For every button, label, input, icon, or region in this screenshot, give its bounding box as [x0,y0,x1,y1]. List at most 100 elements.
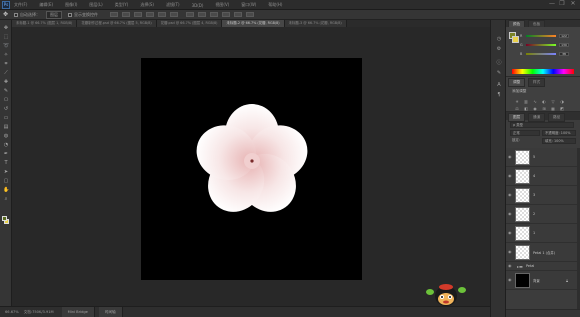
visibility-eye-icon[interactable]: ◉ [508,212,513,216]
auto-select-checkbox[interactable]: 自动选择： [14,12,40,18]
foreground-color-swatch[interactable] [2,216,7,221]
bw-icon[interactable]: ◧ [523,106,529,111]
paragraph-icon[interactable]: ¶ [495,92,503,98]
mini-bridge-tab[interactable]: Mini Bridge [61,306,95,317]
lock-options[interactable]: 锁定: [510,138,540,144]
character-icon[interactable]: A [495,82,503,88]
close-icon[interactable]: ✕ [569,0,577,8]
paths-tab[interactable]: 路径 [548,113,566,122]
invert-icon[interactable]: ◩ [559,106,565,111]
auto-select-dropdown[interactable]: 图层 [46,10,63,19]
menu-item[interactable]: 图层(L) [89,2,102,8]
shape-tool-icon[interactable]: ▢ [3,179,9,184]
blend-mode-dropdown[interactable]: 正常 [510,130,540,136]
layer-row[interactable]: ◉ 5 [506,148,580,167]
move-tool-icon[interactable]: ✥ [3,26,9,31]
adjustments-tab[interactable]: 调整 [508,78,526,87]
quick-select-tool-icon[interactable]: ✧ [3,53,9,58]
menu-item[interactable]: 类型(Y) [115,2,129,8]
layer-row[interactable]: ◉ 1 [506,224,580,243]
blue-value[interactable]: 38 [559,52,569,56]
color-bg-swatch[interactable] [512,36,519,43]
levels-icon[interactable]: ▥ [523,99,529,104]
eyedropper-tool-icon[interactable]: ⟋ [3,71,9,76]
show-transform-checkbox[interactable]: 显示变换控件 [68,12,98,18]
layers-tab[interactable]: 图层 [508,113,526,122]
fill-field[interactable]: 填充: 100% [542,138,576,144]
menu-item[interactable]: 编辑(E) [39,2,53,8]
lasso-tool-icon[interactable]: ➰ [3,44,9,49]
marquee-tool-icon[interactable]: ⬚ [3,35,9,40]
green-track[interactable] [526,44,556,46]
blue-slider[interactable]: B 38 [520,51,574,57]
vibrance-icon[interactable]: ▽ [550,99,556,104]
clone-stamp-icon[interactable]: ⎔ [3,98,9,103]
history-icon[interactable]: ◷ [495,36,503,42]
align-buttons[interactable] [106,12,255,17]
menu-item[interactable]: 帮助(H) [268,2,282,8]
maximize-icon[interactable]: ❐ [558,0,566,8]
visibility-eye-icon[interactable]: ◉ [508,231,513,235]
red-slider[interactable]: R 122 [520,33,574,39]
styles-tab[interactable]: 样式 [528,78,546,87]
red-track[interactable] [526,35,556,37]
hue-sat-icon[interactable]: ◑ [559,99,565,104]
document-tab[interactable]: 未标题-1 @ 66.7% (图层 1, RGB/8) [12,20,78,27]
visibility-eye-icon[interactable]: ◉ [508,278,513,282]
opacity-field[interactable]: 不透明度: 100% [542,130,576,136]
visibility-eye-icon[interactable]: ◉ [508,264,513,268]
minimize-icon[interactable]: — [548,0,556,8]
visibility-eye-icon[interactable]: ◉ [508,250,513,254]
curves-icon[interactable]: ∿ [532,99,538,104]
layer-filter[interactable]: ρ 类型 [510,122,574,128]
brush-tool-icon[interactable]: ✎ [3,89,9,94]
history-brush-icon[interactable]: ↺ [3,107,9,112]
brightness-icon[interactable]: ☀ [514,99,520,104]
green-value[interactable]: 130 [559,43,569,47]
info-icon[interactable]: ⓘ [495,60,503,66]
document-canvas[interactable] [141,58,362,280]
gradient-tool-icon[interactable]: ▤ [3,125,9,130]
visibility-eye-icon[interactable]: ◉ [508,174,513,178]
brush-preset-icon[interactable]: ✎ [495,70,503,76]
path-select-icon[interactable]: ➤ [3,170,9,175]
hand-tool-icon[interactable]: ✋ [3,188,9,193]
healing-brush-icon[interactable]: ✚ [3,80,9,85]
red-value[interactable]: 122 [559,34,569,38]
channel-mixer-icon[interactable]: ⊞ [541,106,547,111]
menu-item[interactable]: 3D(D) [192,3,204,8]
zoom-tool-icon[interactable]: ⌕ [3,197,9,202]
document-tab[interactable]: 花瓣制作过程.psd @ 66.7% (图层 5, RGB/8) [77,20,157,27]
timeline-tab[interactable]: 时间轴 [98,306,123,317]
blue-track[interactable] [526,53,556,55]
crop-tool-icon[interactable]: ⌗ [3,62,9,67]
visibility-eye-icon[interactable]: ◉ [508,155,513,159]
color-lookup-icon[interactable]: ▦ [550,106,556,111]
menu-item[interactable]: 选择(S) [140,2,154,8]
properties-icon[interactable]: ⚙ [495,46,503,52]
menu-item[interactable]: 文件(F) [14,2,27,8]
zoom-level[interactable]: 66.67% [5,310,19,314]
menu-item[interactable]: 图像(I) [65,2,77,8]
layer-row[interactable]: ◉ 3 [506,186,580,205]
type-tool-icon[interactable]: T [3,161,9,166]
menu-item[interactable]: 窗口(W) [241,2,256,8]
menu-item[interactable]: 视图(V) [215,2,229,8]
document-tab[interactable]: 未标题-2 @ 66.7% (花瓣, RGB/8) [222,20,285,27]
document-tab[interactable]: 花瓣.psd @ 66.7% (图层 4, RGB/8) [156,20,223,27]
document-tab[interactable]: 未标题-3 @ 66.7% (花瓣, RGB/8) [284,20,347,27]
color-balance-icon[interactable]: ⚖ [514,106,520,111]
eraser-icon[interactable]: ▭ [3,116,9,121]
document-info[interactable]: 文档:750K/3.91M [24,310,54,315]
channels-tab[interactable]: 通道 [528,113,546,122]
menu-item[interactable]: 滤镜(T) [166,2,180,8]
color-spectrum-bar[interactable] [512,69,574,74]
move-tool-icon[interactable]: ✥ [3,11,8,18]
photo-filter-icon[interactable]: ◉ [532,106,538,111]
layer-row[interactable]: ◉ 4 [506,167,580,186]
exposure-icon[interactable]: ◐ [541,99,547,104]
layer-row[interactable]: ◉ 2 [506,205,580,224]
background-layer-row[interactable]: ◉ 背景 🔒︎ [506,271,580,290]
layer-group-row[interactable]: ◉ ▸▬ Petal [506,262,580,271]
green-slider[interactable]: G 130 [520,42,574,48]
